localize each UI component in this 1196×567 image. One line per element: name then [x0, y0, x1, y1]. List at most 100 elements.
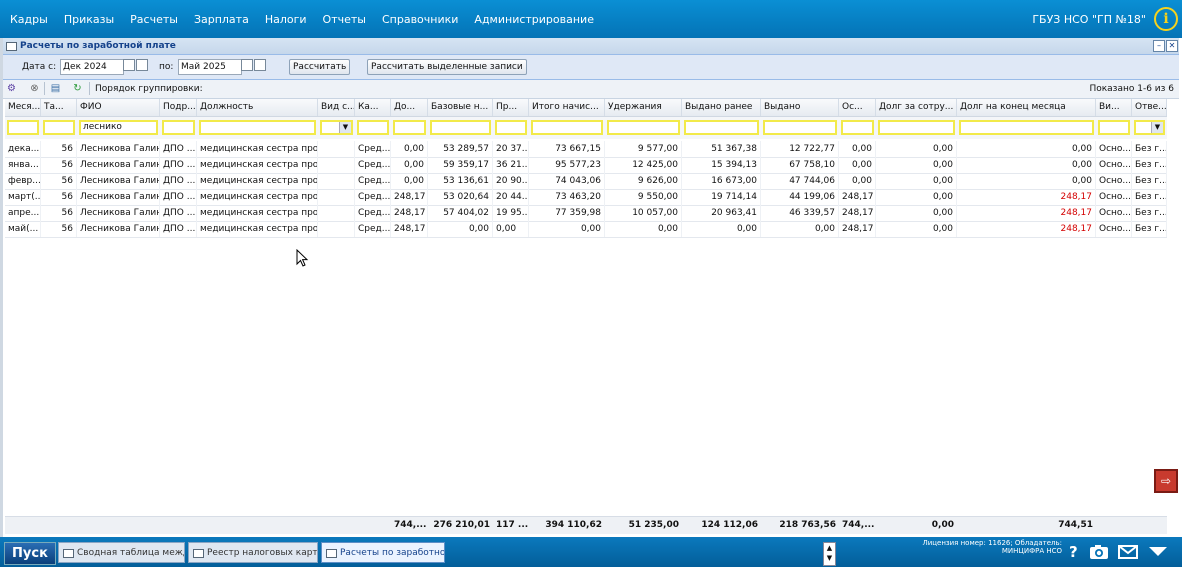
menu-item-prikazy[interactable]: Приказы — [64, 13, 114, 26]
menu-item-zarplata[interactable]: Зарплата — [194, 13, 249, 26]
date-from-input[interactable]: Дек 2024 — [60, 59, 124, 75]
filter-position[interactable] — [199, 120, 316, 135]
menu-item-spravochniki[interactable]: Справочники — [382, 13, 458, 26]
column-header-responsible[interactable]: Отве... — [1132, 99, 1167, 116]
column-header-month[interactable]: Меся... — [5, 99, 41, 116]
cell-category: Сред... — [355, 157, 391, 173]
column-header-debt-end-month[interactable]: Долг на конец месяца — [957, 99, 1096, 116]
menu-item-raschety[interactable]: Расчеты — [130, 13, 178, 26]
filter-fio[interactable]: леснико — [79, 120, 158, 135]
filter-debt-end-month[interactable] — [959, 120, 1094, 135]
column-header-debt-start[interactable]: До... — [391, 99, 428, 116]
table-row[interactable]: дека...56Лесникова Галин...ДПО ...медици… — [5, 141, 1167, 158]
chevron-down-icon[interactable] — [1148, 546, 1168, 558]
table-row[interactable]: апре...56Лесникова Галин...ДПО ...медици… — [5, 205, 1167, 222]
column-header-fio[interactable]: ФИО — [77, 99, 160, 116]
filter-paid-earlier[interactable] — [684, 120, 759, 135]
help-icon[interactable]: ? — [1069, 544, 1078, 560]
column-header-paid[interactable]: Выдано — [761, 99, 839, 116]
cell-month: февр... — [5, 173, 41, 189]
filter-deductions[interactable] — [607, 120, 680, 135]
clear-filter-icon[interactable]: ⊗ — [28, 83, 41, 94]
filter-tab[interactable] — [43, 120, 75, 135]
cell-responsible: Без г... — [1132, 221, 1167, 237]
filter-month[interactable] — [7, 120, 39, 135]
column-header-employee-debt[interactable]: Долг за сотру... — [876, 99, 957, 116]
table-row[interactable]: февр...56Лесникова Галин...ДПО ...медици… — [5, 173, 1167, 190]
menu-item-nalogi[interactable]: Налоги — [265, 13, 307, 26]
cell-debt-end-month: 248,17 — [957, 221, 1096, 237]
close-button[interactable]: ✕ — [1166, 40, 1178, 52]
calendar-icon[interactable] — [241, 59, 253, 71]
table-row[interactable]: май(...56Лесникова Галин...ДПО ...медици… — [5, 221, 1167, 238]
taskbar-item-label: Сводная таблица между ... — [77, 548, 184, 558]
cell-employee-debt: 0,00 — [876, 141, 957, 157]
minimize-button[interactable]: – — [1153, 40, 1165, 52]
date-to-input[interactable]: Май 2025 — [178, 59, 242, 75]
mail-icon[interactable] — [1118, 545, 1138, 559]
filter-dept[interactable] — [162, 120, 195, 135]
filter-other[interactable] — [495, 120, 527, 135]
refresh-icon[interactable]: ↻ — [71, 83, 84, 94]
filter-employee-debt[interactable] — [878, 120, 955, 135]
column-header-payment-type[interactable]: Ви... — [1096, 99, 1132, 116]
organization-name: ГБУЗ НСО "ГП №18" — [1032, 13, 1146, 26]
column-header-base-accruals[interactable]: Базовые н... — [428, 99, 493, 116]
filter-balance[interactable] — [841, 120, 874, 135]
calculate-selected-button[interactable]: Рассчитать выделенные записи — [367, 59, 527, 75]
chevron-down-icon[interactable]: ▼ — [339, 122, 351, 133]
settings-icon[interactable]: ⚙ — [5, 83, 18, 94]
cell-position: медицинская сестра проце... — [197, 205, 318, 221]
toolbar-separator — [89, 82, 90, 95]
column-header-dept[interactable]: Подр... — [160, 99, 197, 116]
column-header-category[interactable]: Ка... — [355, 99, 391, 116]
start-button[interactable]: Пуск — [4, 542, 56, 565]
column-header-total-accrued[interactable]: Итого начис... — [529, 99, 605, 116]
filter-total-accrued[interactable] — [531, 120, 603, 135]
cell-debt-end-month: 248,17 — [957, 189, 1096, 205]
right-strip — [1182, 0, 1196, 567]
menu-item-otchety[interactable]: Отчеты — [323, 13, 366, 26]
column-header-balance[interactable]: Ос... — [839, 99, 876, 116]
filter-responsible[interactable]: ▼ — [1134, 120, 1165, 135]
cell-fio: Лесникова Галин... — [77, 189, 160, 205]
filter-calc-type[interactable]: ▼ — [320, 120, 353, 135]
calendar-icon[interactable] — [123, 59, 135, 71]
taskbar-item-raschety[interactable]: Расчеты по заработной ... — [321, 542, 445, 563]
menu-item-administrirovanie[interactable]: Администрирование — [474, 13, 594, 26]
filter-paid[interactable] — [763, 120, 837, 135]
column-header-calc-type[interactable]: Вид с... — [318, 99, 355, 116]
exit-icon[interactable]: ⇨ — [1154, 469, 1178, 493]
menu-item-kadry[interactable]: Кадры — [10, 13, 48, 26]
chevron-down-icon[interactable]: ▼ — [1151, 122, 1163, 133]
info-icon[interactable]: i — [1154, 7, 1178, 31]
cell-paid: 0,00 — [761, 221, 839, 237]
cell-responsible: Без г... — [1132, 141, 1167, 157]
filter-payment-type[interactable] — [1098, 120, 1130, 135]
refresh-date-icon[interactable] — [136, 59, 148, 71]
cell-category: Сред... — [355, 205, 391, 221]
taskbar-scroll[interactable]: ▲ ▼ — [823, 542, 836, 566]
camera-icon[interactable] — [1089, 544, 1109, 560]
filter-base-accruals[interactable] — [430, 120, 491, 135]
table-row[interactable]: март(...56Лесникова Галин...ДПО ...медиц… — [5, 189, 1167, 206]
calculate-button[interactable]: Рассчитать — [289, 59, 351, 75]
cell-paid-earlier: 16 673,00 — [682, 173, 761, 189]
cell-total-accrued: 73 667,15 — [529, 141, 605, 157]
cell-tab: 56 — [41, 173, 77, 189]
column-header-tab[interactable]: Та... — [41, 99, 77, 116]
filter-debt-start[interactable] — [393, 120, 426, 135]
table-row[interactable]: янва...56Лесникова Галин...ДПО ...медици… — [5, 157, 1167, 174]
cell-deductions: 0,00 — [605, 221, 682, 237]
column-header-deductions[interactable]: Удержания — [605, 99, 682, 116]
column-header-position[interactable]: Должность — [197, 99, 318, 116]
refresh-date-icon[interactable] — [254, 59, 266, 71]
total-total-accrued: 394 110,62 — [545, 520, 602, 530]
filter-category[interactable] — [357, 120, 389, 135]
taskbar-item-reestr[interactable]: Реестр налоговых карточек — [188, 542, 318, 563]
print-icon[interactable]: ▤ — [49, 83, 62, 94]
column-header-paid-earlier[interactable]: Выдано ранее — [682, 99, 761, 116]
taskbar-item-svodnaya[interactable]: Сводная таблица между ... — [58, 542, 185, 563]
cell-employee-debt: 0,00 — [876, 173, 957, 189]
column-header-other[interactable]: Пр... — [493, 99, 529, 116]
